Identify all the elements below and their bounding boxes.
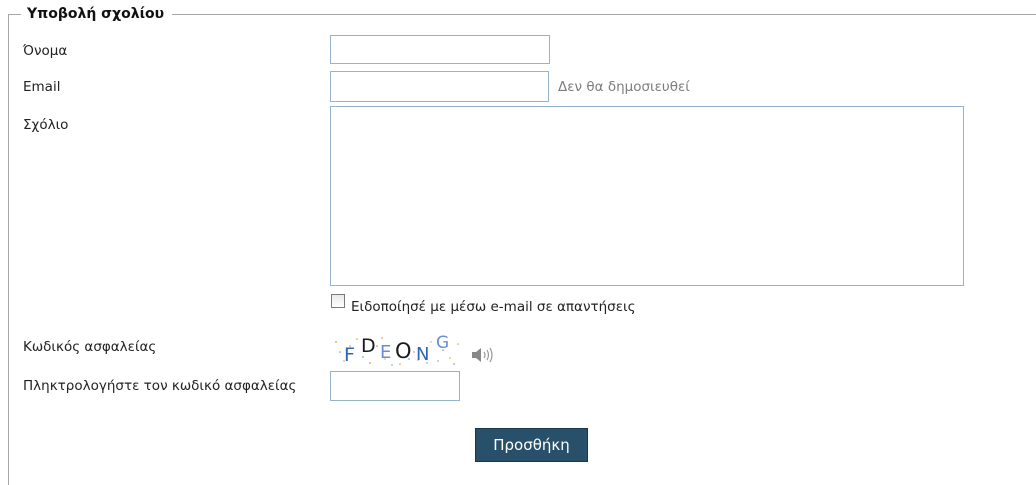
captcha-image: F D E O N G [330,330,466,370]
captcha-input-label: Πληκτρολογήστε τον κωδικό ασφαλείας [23,378,297,394]
comment-label: Σχόλιο [23,117,69,133]
svg-text:E: E [380,342,391,363]
form-legend: Υποβολή σχολίου [21,6,173,22]
svg-text:G: G [436,333,449,353]
svg-text:F: F [344,344,355,366]
captcha-label: Κωδικός ασφαλείας [23,339,157,355]
email-hint: Δεν θα δημοσιευθεί [558,79,690,95]
email-input[interactable] [330,71,549,102]
captcha-input[interactable] [330,371,460,401]
comment-textarea[interactable] [330,106,964,286]
name-label: Όνομα [23,43,68,59]
name-input[interactable] [330,35,550,64]
notify-label: Ειδοποίησέ με μέσω e-mail σε απαντήσεις [351,299,636,315]
svg-text:D: D [361,335,376,357]
svg-text:O: O [395,339,412,363]
notify-checkbox[interactable] [331,294,345,308]
speaker-icon[interactable] [470,345,496,365]
email-label: Email [23,79,61,95]
submit-button[interactable]: Προσθήκη [475,428,588,462]
svg-text:N: N [416,344,429,365]
